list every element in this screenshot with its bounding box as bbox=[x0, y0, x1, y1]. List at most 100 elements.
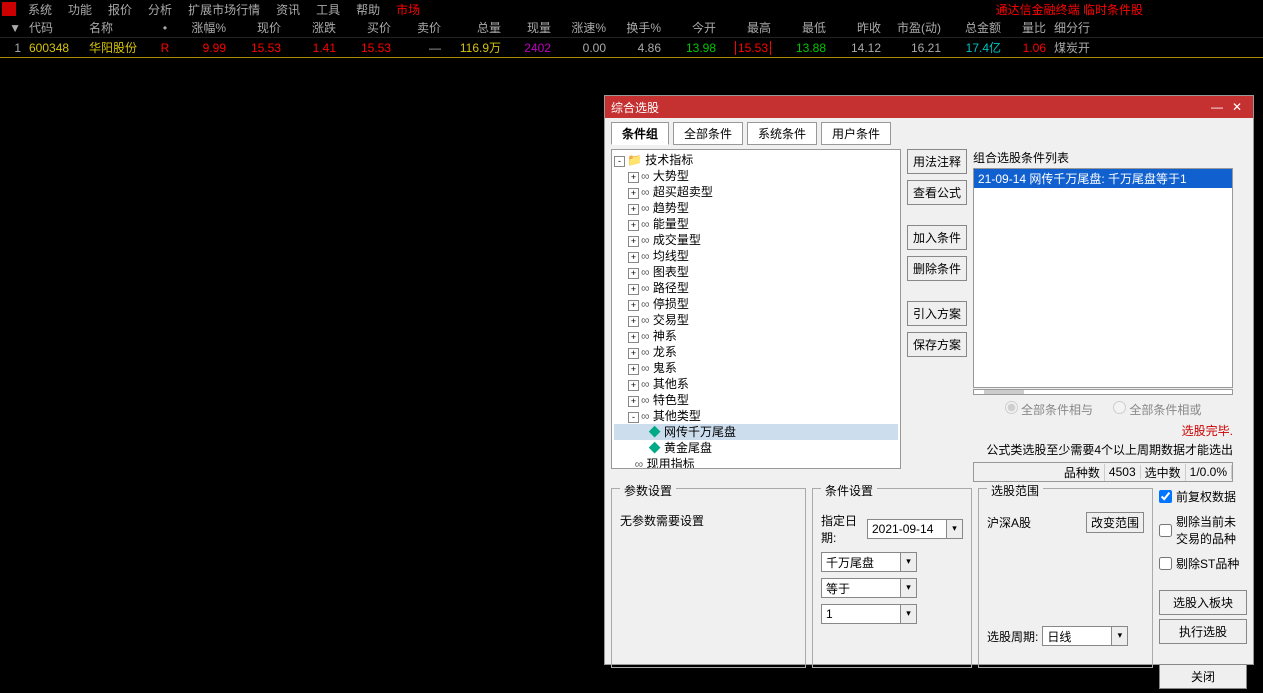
field-select[interactable]: ▾ bbox=[821, 552, 917, 572]
tabs: 条件组 全部条件 系统条件 用户条件 bbox=[611, 122, 891, 145]
col-diff[interactable]: 涨跌 bbox=[285, 19, 340, 36]
col-mark[interactable]: • bbox=[155, 21, 175, 35]
menu-news[interactable]: 资讯 bbox=[268, 1, 308, 18]
change-scope-button[interactable]: 改变范围 bbox=[1086, 512, 1144, 533]
chk-excl-st[interactable]: 剔除ST品种 bbox=[1159, 555, 1247, 572]
col-speed[interactable]: 涨速% bbox=[555, 19, 610, 36]
tree-root[interactable]: -📁 技术指标 bbox=[614, 152, 898, 168]
col-turn[interactable]: 换手% bbox=[610, 19, 665, 36]
market-text: 沪深A股 bbox=[987, 514, 1031, 531]
param-fieldset: 参数设置 无参数需要设置 bbox=[611, 488, 806, 668]
radio-or[interactable]: 全部条件相或 bbox=[1113, 401, 1201, 418]
col-open[interactable]: 今开 bbox=[665, 19, 720, 36]
col-sell[interactable]: 卖价 bbox=[395, 19, 445, 36]
condition-list[interactable]: 21-09-14 网传千万尾盘: 千万尾盘等于1 bbox=[973, 168, 1233, 388]
tree-group[interactable]: +∞ 龙系 bbox=[614, 344, 898, 360]
menu-ext[interactable]: 扩展市场行情 bbox=[180, 1, 268, 18]
menu-analysis[interactable]: 分析 bbox=[140, 1, 180, 18]
col-sort-icon[interactable]: ▼ bbox=[0, 21, 25, 35]
menu-market[interactable]: 市场 bbox=[388, 1, 428, 18]
tree-group[interactable]: +∞ 超买超卖型 bbox=[614, 184, 898, 200]
chevron-down-icon[interactable]: ▾ bbox=[947, 519, 963, 539]
cell-code: 600348 bbox=[25, 41, 85, 55]
tree-leaf-huangjin[interactable]: ◆ 黄金尾盘 bbox=[614, 440, 898, 456]
minimize-icon[interactable]: — bbox=[1207, 100, 1227, 114]
chk-fq[interactable]: 前复权数据 bbox=[1159, 488, 1247, 505]
tree-group[interactable]: +∞ 交易型 bbox=[614, 312, 898, 328]
col-price[interactable]: 现价 bbox=[230, 19, 285, 36]
condition-fieldset: 条件设置 指定日期: ▾ ▾ ▾ ▾ bbox=[812, 488, 972, 668]
tab-all-conditions[interactable]: 全部条件 bbox=[673, 122, 743, 145]
tab-system-conditions[interactable]: 系统条件 bbox=[747, 122, 817, 145]
chevron-down-icon[interactable]: ▾ bbox=[1112, 626, 1128, 646]
add-condition-button[interactable]: 加入条件 bbox=[907, 225, 967, 250]
tree-group[interactable]: +∞ 成交量型 bbox=[614, 232, 898, 248]
stock-table: ▼ 代码 名称 • 涨幅% 现价 涨跌 买价 卖价 总量 现量 涨速% 换手% … bbox=[0, 18, 1263, 58]
menu-tools[interactable]: 工具 bbox=[308, 1, 348, 18]
col-close[interactable]: 昨收 bbox=[830, 19, 885, 36]
tree-group[interactable]: +∞ 均线型 bbox=[614, 248, 898, 264]
menu-help[interactable]: 帮助 bbox=[348, 1, 388, 18]
to-block-button[interactable]: 选股入板块 bbox=[1159, 590, 1247, 615]
col-ind[interactable]: 细分行 bbox=[1050, 19, 1090, 36]
menu-system[interactable]: 系统 bbox=[20, 1, 60, 18]
view-formula-button[interactable]: 查看公式 bbox=[907, 180, 967, 205]
tree-group[interactable]: +∞ 鬼系 bbox=[614, 360, 898, 376]
tree-group-current[interactable]: ∞ 现用指标 bbox=[614, 456, 898, 469]
tree-group[interactable]: +∞ 特色型 bbox=[614, 392, 898, 408]
tree-group[interactable]: +∞ 其他系 bbox=[614, 376, 898, 392]
operator-select[interactable]: ▾ bbox=[821, 578, 917, 598]
import-plan-button[interactable]: 引入方案 bbox=[907, 301, 967, 326]
indicator-tree[interactable]: -📁 技术指标 +∞ 大势型+∞ 超买超卖型+∞ 趋势型+∞ 能量型+∞ 成交量… bbox=[611, 149, 901, 469]
condition-scrollbar[interactable] bbox=[973, 389, 1233, 395]
tree-group[interactable]: +∞ 路径型 bbox=[614, 280, 898, 296]
col-pe[interactable]: 市盈(动) bbox=[885, 19, 945, 36]
value-input[interactable]: ▾ bbox=[821, 604, 917, 624]
dialog-title: 综合选股 bbox=[611, 99, 1207, 116]
dialog-titlebar[interactable]: 综合选股 — ✕ bbox=[605, 96, 1253, 118]
col-now[interactable]: 现量 bbox=[505, 19, 555, 36]
tab-user-conditions[interactable]: 用户条件 bbox=[821, 122, 891, 145]
tab-condition-group[interactable]: 条件组 bbox=[611, 122, 669, 145]
col-vol[interactable]: 总量 bbox=[445, 19, 505, 36]
tree-group[interactable]: +∞ 趋势型 bbox=[614, 200, 898, 216]
menu-func[interactable]: 功能 bbox=[60, 1, 100, 18]
col-pct[interactable]: 涨幅% bbox=[175, 19, 230, 36]
cell-diff: 1.41 bbox=[285, 41, 340, 55]
close-button[interactable]: 关闭 bbox=[1159, 664, 1247, 689]
usage-button[interactable]: 用法注释 bbox=[907, 149, 967, 174]
save-plan-button[interactable]: 保存方案 bbox=[907, 332, 967, 357]
tree-group[interactable]: +∞ 大势型 bbox=[614, 168, 898, 184]
chevron-down-icon[interactable]: ▾ bbox=[901, 552, 917, 572]
radio-and[interactable]: 全部条件相与 bbox=[1005, 401, 1093, 418]
param-text: 无参数需要设置 bbox=[620, 512, 797, 529]
chevron-down-icon[interactable]: ▾ bbox=[901, 578, 917, 598]
period-select[interactable]: ▾ bbox=[1042, 626, 1128, 646]
tree-leaf-wangchuan[interactable]: ◆ 网传千万尾盘 bbox=[614, 424, 898, 440]
chevron-down-icon[interactable]: ▾ bbox=[901, 604, 917, 624]
table-row[interactable]: 1 600348 华阳股份 R 9.99 15.53 1.41 15.53 — … bbox=[0, 38, 1263, 58]
menu-quote[interactable]: 报价 bbox=[100, 1, 140, 18]
count-bar: 品种数 4503 选中数 1/0.0% bbox=[973, 462, 1233, 482]
col-high[interactable]: 最高 bbox=[720, 19, 775, 36]
cell-price: 15.53 bbox=[230, 41, 285, 55]
date-input[interactable]: ▾ bbox=[867, 519, 963, 539]
tree-group[interactable]: +∞ 停损型 bbox=[614, 296, 898, 312]
chk-excl-nt[interactable]: 剔除当前未 交易的品种 bbox=[1159, 513, 1247, 547]
close-icon[interactable]: ✕ bbox=[1227, 100, 1247, 114]
count-value: 4503 bbox=[1105, 465, 1141, 479]
run-button[interactable]: 执行选股 bbox=[1159, 619, 1247, 644]
tree-group[interactable]: +∞ 图表型 bbox=[614, 264, 898, 280]
delete-condition-button[interactable]: 删除条件 bbox=[907, 256, 967, 281]
col-name[interactable]: 名称 bbox=[85, 19, 155, 36]
tree-group-other-type[interactable]: -∞ 其他类型 bbox=[614, 408, 898, 424]
col-amt[interactable]: 总金额 bbox=[945, 19, 1005, 36]
condition-item[interactable]: 21-09-14 网传千万尾盘: 千万尾盘等于1 bbox=[974, 169, 1232, 188]
col-low[interactable]: 最低 bbox=[775, 19, 830, 36]
col-buy[interactable]: 买价 bbox=[340, 19, 395, 36]
col-code[interactable]: 代码 bbox=[25, 19, 85, 36]
tree-group[interactable]: +∞ 神系 bbox=[614, 328, 898, 344]
tree-group[interactable]: +∞ 能量型 bbox=[614, 216, 898, 232]
param-legend: 参数设置 bbox=[620, 482, 676, 499]
col-ratio[interactable]: 量比 bbox=[1005, 19, 1050, 36]
